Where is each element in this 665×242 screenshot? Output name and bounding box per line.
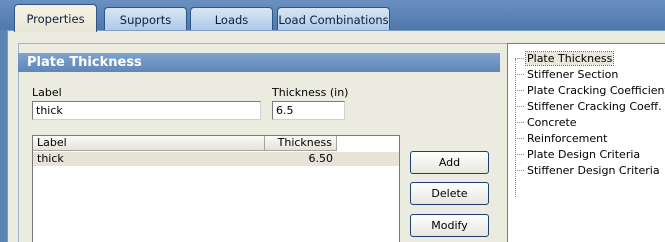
- tab-supports[interactable]: Supports: [104, 7, 187, 31]
- tree-item-label: Stiffener Section: [527, 68, 619, 81]
- tree-branch: [515, 138, 524, 139]
- tree-item-label: Stiffener Design Criteria: [527, 164, 660, 177]
- tree-branch: [515, 58, 524, 59]
- tree-branch: [515, 74, 524, 75]
- tree-branch: [515, 122, 524, 123]
- tree-item-stiffener-section[interactable]: Stiffener Section: [515, 67, 619, 82]
- column-header-thickness[interactable]: Thickness: [265, 136, 337, 151]
- tree-branch: [515, 170, 524, 171]
- tree-item-stiffener-design-criteria[interactable]: Stiffener Design Criteria: [515, 163, 661, 178]
- tree-item-plate-cracking-coefficient[interactable]: Plate Cracking Coefficient: [515, 83, 665, 98]
- tree-branch: [515, 154, 524, 155]
- tree-branch: [515, 106, 524, 107]
- column-header-label[interactable]: Label: [33, 136, 265, 151]
- tree-item-label: Reinforcement: [527, 132, 608, 145]
- tree-item-label: Concrete: [527, 116, 577, 129]
- tab-load-combinations[interactable]: Load Combinations: [277, 7, 390, 31]
- tree-item-label: Stiffener Cracking Coeff.: [527, 100, 662, 113]
- tree-item-plate-thickness[interactable]: Plate Thickness: [515, 51, 615, 66]
- modify-button[interactable]: Modify: [410, 214, 489, 237]
- thickness-input[interactable]: 6.5: [272, 101, 345, 120]
- tree-item-concrete[interactable]: Concrete: [515, 115, 578, 130]
- delete-button[interactable]: Delete: [410, 182, 489, 205]
- tree-item-label: Plate Design Criteria: [527, 148, 641, 161]
- tree-branch: [515, 90, 524, 91]
- add-button[interactable]: Add: [410, 151, 489, 174]
- section-header: Plate Thickness: [18, 53, 500, 72]
- row-label-cell: thick: [37, 152, 64, 165]
- tree-item-label: Plate Cracking Coefficient: [527, 84, 665, 97]
- tree-item-reinforcement[interactable]: Reinforcement: [515, 131, 608, 146]
- tree-item-label: Plate Thickness: [524, 51, 615, 66]
- row-thickness-cell: 6.50: [308, 152, 334, 165]
- tree-item-stiffener-cracking-coeff[interactable]: Stiffener Cracking Coeff.: [515, 99, 663, 114]
- tab-loads[interactable]: Loads: [190, 7, 273, 31]
- tab-properties[interactable]: Properties: [14, 4, 97, 32]
- table-row[interactable]: thick 6.50: [33, 152, 399, 166]
- thickness-caption: Thickness (in): [272, 86, 349, 99]
- thickness-list[interactable]: Label Thickness thick 6.50: [32, 135, 400, 242]
- label-caption: Label: [32, 86, 62, 99]
- label-input[interactable]: thick: [32, 101, 261, 120]
- tree-item-plate-design-criteria[interactable]: Plate Design Criteria: [515, 147, 641, 162]
- list-header: Label Thickness: [33, 136, 399, 151]
